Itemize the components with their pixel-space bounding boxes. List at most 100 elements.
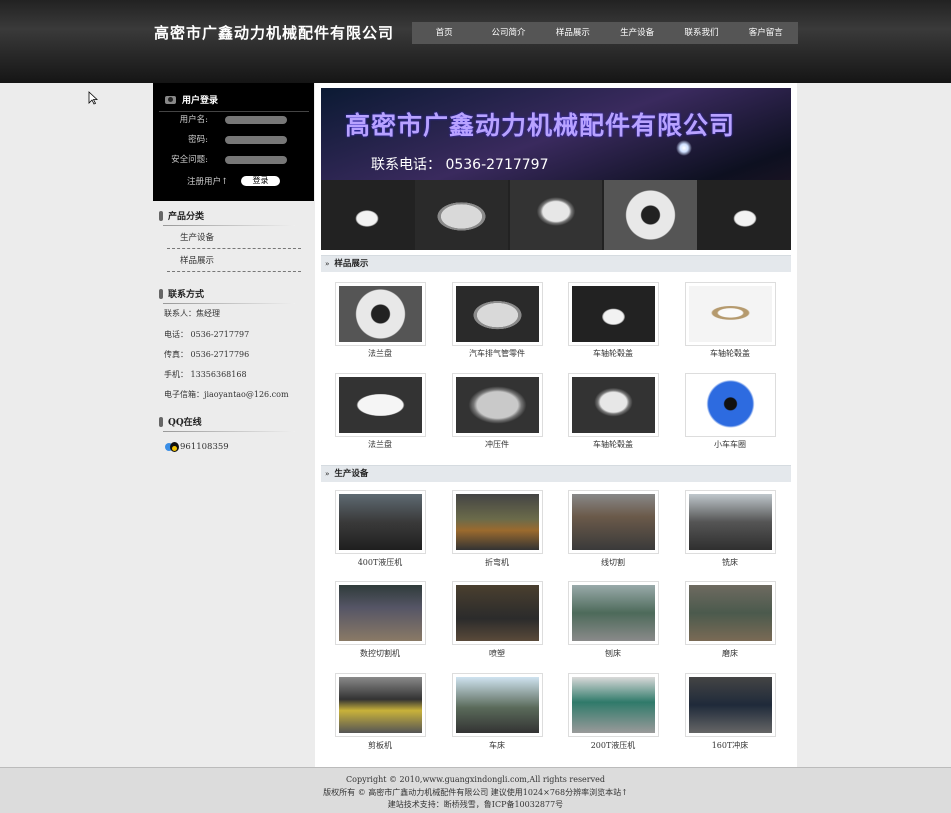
sample-thumb[interactable]	[685, 373, 776, 437]
equipment-thumb[interactable]	[568, 673, 659, 737]
nav-equipment[interactable]: 生产设备	[605, 22, 669, 44]
question-label: 安全问题:	[171, 155, 208, 165]
equipment-thumb[interactable]	[335, 673, 426, 737]
password-row: 密码:	[153, 133, 314, 147]
sample-photo	[456, 286, 539, 342]
login-button[interactable]: 登录	[241, 176, 280, 186]
nav-about[interactable]: 公司简介	[476, 22, 540, 44]
equipment-label[interactable]: 磨床	[675, 648, 785, 659]
pin-icon	[159, 210, 163, 221]
equipment-label[interactable]: 铣床	[675, 557, 785, 568]
banner-photo-cap	[698, 180, 791, 250]
double-arrow-icon: »	[325, 259, 330, 268]
equipment-label[interactable]: 数控切割机	[325, 648, 435, 659]
pin-icon	[159, 288, 163, 299]
nav-home[interactable]: 首页	[412, 22, 476, 44]
equipment-thumb[interactable]	[685, 581, 776, 645]
equipment-thumb[interactable]	[335, 490, 426, 554]
username-input[interactable]	[225, 116, 287, 124]
login-panel: 用户登录 用户名: 密码: 安全问题: 注册用户↑ 登录	[153, 83, 314, 201]
contact-mobile: 手机： 13356368168	[164, 370, 247, 379]
site-title: 高密市广鑫动力机械配件有限公司	[154, 24, 395, 42]
sample-thumb[interactable]	[452, 373, 543, 437]
equipment-photo	[572, 677, 655, 733]
register-link[interactable]: 注册用户↑	[187, 175, 228, 187]
password-input[interactable]	[225, 136, 287, 144]
nav-samples[interactable]: 样品展示	[541, 22, 605, 44]
sample-thumb[interactable]	[335, 373, 426, 437]
sample-label[interactable]: 车轴轮毂盖	[675, 348, 785, 359]
qq-number: 961108359	[180, 441, 229, 452]
sample-thumb[interactable]	[452, 282, 543, 346]
equipment-label[interactable]: 折弯机	[442, 557, 552, 568]
username-row: 用户名:	[153, 113, 314, 127]
sample-label[interactable]: 法兰盘	[325, 348, 435, 359]
sample-label[interactable]: 小车车圈	[675, 439, 785, 450]
sample-label[interactable]: 车轴轮毂盖	[558, 348, 668, 359]
qq-contact-link[interactable]: 961108359	[165, 441, 229, 452]
qq-penguin-icon	[165, 441, 179, 452]
equipment-thumb[interactable]	[568, 581, 659, 645]
sample-thumb[interactable]	[568, 373, 659, 437]
equipment-label[interactable]: 喷塑	[442, 648, 552, 659]
category-link-samples[interactable]: 样品展示	[180, 254, 214, 266]
sample-label[interactable]: 法兰盘	[325, 439, 435, 450]
equipment-thumb[interactable]	[685, 490, 776, 554]
equipment-label[interactable]: 200T液压机	[558, 740, 668, 751]
banner-phone: 联系电话： 0536-2717797	[371, 157, 549, 173]
equipment-thumb[interactable]	[685, 673, 776, 737]
equipment-thumb[interactable]	[452, 581, 543, 645]
sample-thumb[interactable]	[568, 282, 659, 346]
banner-product-strip	[321, 180, 791, 250]
sample-thumb[interactable]	[685, 282, 776, 346]
equipment-thumb[interactable]	[452, 673, 543, 737]
equipment-label[interactable]: 线切割	[558, 557, 668, 568]
banner-photo-flange	[604, 180, 697, 250]
sample-label[interactable]: 汽车排气管零件	[442, 348, 552, 359]
nav-guestbook[interactable]: 客户留言	[734, 22, 798, 44]
footer-copyright: Copyright © 2010,www.guangxindongli.com,…	[346, 775, 605, 784]
footer-rights: 版权所有 © 高密市广鑫动力机械配件有限公司 建议使用1024×768分辨率浏览…	[323, 788, 628, 797]
banner-photo-hub-cap	[509, 180, 603, 250]
security-question-input[interactable]	[225, 156, 287, 164]
divider	[163, 431, 295, 432]
equipment-thumb[interactable]	[568, 490, 659, 554]
sample-photo	[572, 286, 655, 342]
qq-title: QQ在线	[168, 418, 202, 428]
equipment-photo	[456, 677, 539, 733]
pin-icon	[159, 416, 163, 427]
double-arrow-icon: »	[325, 469, 330, 478]
company-banner: 高密市广鑫动力机械配件有限公司 联系电话： 0536-2717797	[321, 88, 791, 250]
equipment-thumb[interactable]	[452, 490, 543, 554]
camera-icon	[165, 95, 176, 104]
sample-photo	[456, 377, 539, 433]
samples-section-header: » 样品展示	[321, 255, 791, 272]
nav-contact[interactable]: 联系我们	[669, 22, 733, 44]
equipment-label[interactable]: 160T冲床	[675, 740, 785, 751]
divider	[159, 111, 309, 112]
main-content: 高密市广鑫动力机械配件有限公司 联系电话： 0536-2717797 » 样品展…	[315, 83, 797, 767]
question-row: 安全问题:	[153, 153, 314, 167]
equipment-title: 生产设备	[334, 469, 369, 479]
equipment-label[interactable]: 剪板机	[325, 740, 435, 751]
site-header: 高密市广鑫动力机械配件有限公司 首页 公司简介 样品展示 生产设备 联系我们 客…	[0, 0, 951, 83]
category-link-equipment[interactable]: 生产设备	[180, 231, 214, 243]
equipment-section-header: » 生产设备	[321, 465, 791, 482]
sample-photo	[572, 377, 655, 433]
footer-support: 建站技术支持：断桥残雪，鲁ICP备10032877号	[387, 800, 564, 809]
equipment-thumb[interactable]	[335, 581, 426, 645]
equipment-label[interactable]: 车床	[442, 740, 552, 751]
mouse-cursor-icon	[88, 91, 98, 105]
sample-label[interactable]: 车轴轮毂盖	[558, 439, 668, 450]
site-footer: Copyright © 2010,www.guangxindongli.com,…	[0, 767, 951, 813]
equipment-photo	[689, 585, 772, 641]
equipment-label[interactable]: 400T液压机	[325, 557, 435, 568]
username-label: 用户名:	[179, 115, 208, 125]
sample-label[interactable]: 冲压件	[442, 439, 552, 450]
sample-thumb[interactable]	[335, 282, 426, 346]
equipment-label[interactable]: 刨床	[558, 648, 668, 659]
equipment-photo	[689, 494, 772, 550]
equipment-photo	[339, 677, 422, 733]
login-title: 用户登录	[182, 96, 219, 106]
equipment-photo	[456, 494, 539, 550]
